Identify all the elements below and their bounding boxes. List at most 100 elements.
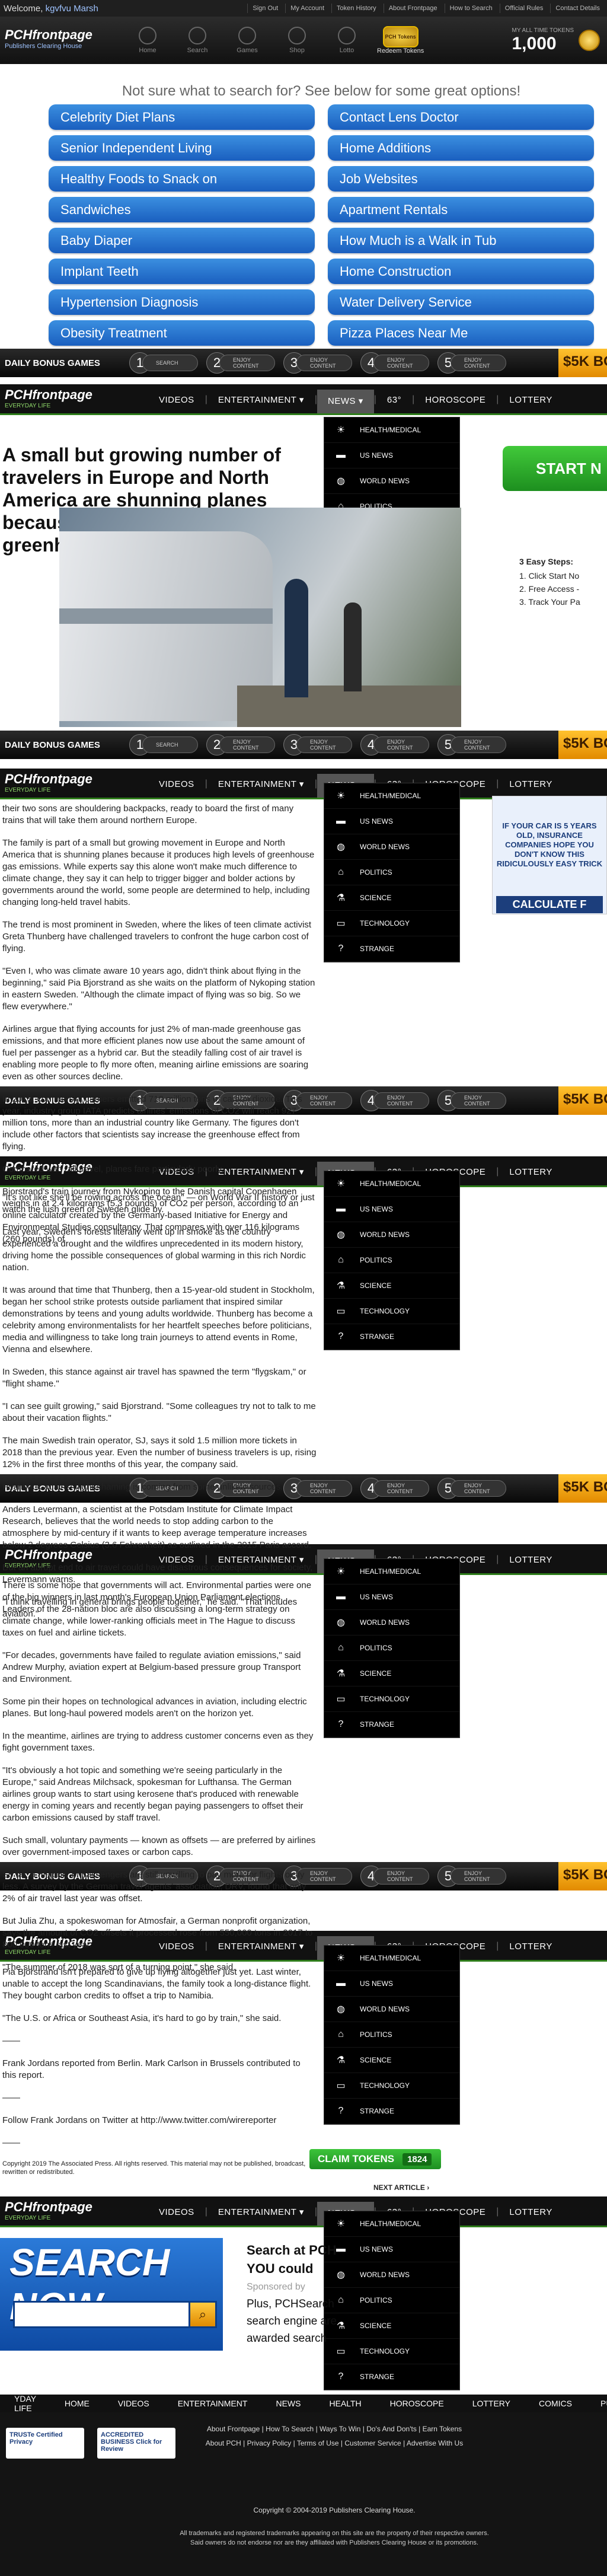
news-menu-item[interactable]: ? STRANGE <box>324 936 459 962</box>
bonus-step-content[interactable]: 4 ENJOY CONTENT <box>360 1866 429 1887</box>
bonus-prize[interactable]: $5K BONUS <box>558 349 607 377</box>
next-article-link[interactable]: NEXT ARTICLE › <box>373 2183 445 2192</box>
bonus-step-search[interactable]: 1 SEARCH <box>129 734 198 755</box>
bonus-step-content[interactable]: 4 ENJOY CONTENT <box>360 352 429 374</box>
topic-button[interactable]: Obesity Treatment <box>49 320 315 346</box>
bonus-prize[interactable]: $5K BONUS <box>558 1862 607 1890</box>
news-menu-item[interactable]: ◍ WORLD NEWS <box>324 834 459 860</box>
footer-link[interactable]: About PCH <box>206 2439 241 2447</box>
footer-link[interactable]: How To Search <box>266 2425 314 2433</box>
news-menu-item[interactable]: ☀ HEALTH/MEDICAL <box>324 417 459 443</box>
news-menu-item[interactable]: ▭ TECHNOLOGY <box>324 1686 459 1712</box>
official-rules-link[interactable]: Official Rules <box>499 4 548 13</box>
news-menu-item[interactable]: ▬ US NEWS <box>324 1585 459 1610</box>
pch-logo[interactable]: PCHfrontpage Publishers Clearing House <box>5 27 110 53</box>
everyday-logo[interactable]: PCHfrontpage EVERYDAY LIFE <box>0 384 148 413</box>
bonus-step-content[interactable]: 4 ENJOY CONTENT <box>360 1090 429 1111</box>
topic-button[interactable]: Job Websites <box>328 166 594 192</box>
nav-entertainment[interactable]: ENTERTAINMENT ▾ <box>207 779 315 798</box>
footer-link[interactable]: Privacy Policy <box>247 2439 292 2447</box>
bonus-step-search[interactable]: 1 SEARCH <box>129 352 198 374</box>
search-now-ad[interactable]: SEARCH NOW ⌕ <box>0 2238 223 2351</box>
token-history-link[interactable]: Token History <box>331 4 381 13</box>
footer-nav-item[interactable]: PUZ <box>586 2399 607 2408</box>
footer-nav-item[interactable]: NEWS <box>261 2399 315 2408</box>
my-account-link[interactable]: My Account <box>285 4 329 13</box>
footer-nav-item[interactable]: HOROSCOPE <box>376 2399 458 2408</box>
news-menu-item[interactable]: ? STRANGE <box>324 2364 459 2390</box>
news-menu-item[interactable]: ☀ HEALTH/MEDICAL <box>324 783 459 809</box>
topic-button[interactable]: Senior Independent Living <box>49 135 315 161</box>
bonus-step-content[interactable]: 2 ENJOY CONTENT <box>206 352 275 374</box>
start-now-button[interactable]: START N <box>503 446 607 491</box>
topic-button[interactable]: Contact Lens Doctor <box>328 104 594 130</box>
news-menu-item[interactable]: ⚗ SCIENCE <box>324 1273 459 1299</box>
nav-home[interactable]: Home <box>128 27 167 54</box>
footer-nav-item[interactable]: LOTTERY <box>458 2399 525 2408</box>
nav-entertainment[interactable]: ENTERTAINMENT ▾ <box>207 394 315 413</box>
bonus-step-content[interactable]: 5 ENJOY CONTENT <box>437 734 506 755</box>
sign-out-link[interactable]: Sign Out <box>247 4 283 13</box>
nav-news[interactable]: NEWS ▾ <box>317 390 374 413</box>
news-menu-item[interactable]: ⚗ SCIENCE <box>324 2048 459 2073</box>
bonus-prize[interactable]: $5K BONUS <box>558 731 607 759</box>
nav-videos[interactable]: VIDEOS <box>148 779 205 798</box>
news-menu-item[interactable]: ◍ WORLD NEWS <box>324 468 459 494</box>
nav-horoscope[interactable]: HOROSCOPE <box>414 395 496 413</box>
news-menu-item[interactable]: ▭ TECHNOLOGY <box>324 2073 459 2099</box>
redeem-tokens-button[interactable]: PCH Tokens Redeem Tokens <box>377 26 424 55</box>
bonus-prize[interactable]: $5K BONUS <box>558 1086 607 1115</box>
news-menu-item[interactable]: ☀ HEALTH/MEDICAL <box>324 1171 459 1197</box>
username-link[interactable]: kgvfvu Marsh <box>46 4 98 14</box>
news-menu-item[interactable]: ⌂ POLITICS <box>324 1635 459 1661</box>
news-menu-item[interactable]: ⌂ POLITICS <box>324 1248 459 1273</box>
topic-button[interactable]: Water Delivery Service <box>328 289 594 315</box>
news-menu-item[interactable]: ▬ US NEWS <box>324 1971 459 1997</box>
footer-link[interactable]: About Frontpage <box>207 2425 260 2433</box>
topic-button[interactable]: Healthy Foods to Snack on <box>49 166 315 192</box>
nav-lotto[interactable]: Lotto <box>327 27 366 54</box>
footer-nav-item[interactable]: HOME <box>50 2399 104 2408</box>
search-now-input[interactable] <box>13 2301 191 2328</box>
news-menu-item[interactable]: ◍ WORLD NEWS <box>324 1997 459 2022</box>
nav-lottery[interactable]: LOTTERY <box>499 779 563 798</box>
nav-videos[interactable]: VIDEOS <box>148 395 205 413</box>
news-menu-item[interactable]: ☀ HEALTH/MEDICAL <box>324 1946 459 1971</box>
footer-nav-item[interactable]: YDAY LIFE <box>0 2394 50 2413</box>
bonus-step-content[interactable]: 5 ENJOY CONTENT <box>437 352 506 374</box>
bonus-step-content[interactable]: 3 ENJOY CONTENT <box>283 734 352 755</box>
nav-lottery[interactable]: LOTTERY <box>499 1941 563 1960</box>
nav-lottery[interactable]: LOTTERY <box>499 395 563 413</box>
news-menu-item[interactable]: ▬ US NEWS <box>324 809 459 834</box>
bonus-step-content[interactable]: 5 ENJOY CONTENT <box>437 1090 506 1111</box>
nav-lottery[interactable]: LOTTERY <box>499 1167 563 1185</box>
contact-details-link[interactable]: Contact Details <box>550 4 605 13</box>
bbb-badge[interactable]: ACCREDITED BUSINESS Click for Review <box>97 2428 175 2459</box>
twitter-link[interactable]: Follow Frank Jordans on Twitter at http:… <box>2 2115 317 2127</box>
topic-button[interactable]: Implant Teeth <box>49 259 315 284</box>
ad-calculate-button[interactable]: CALCULATE F <box>496 896 603 913</box>
footer-nav-item[interactable]: HEALTH <box>315 2399 375 2408</box>
news-menu-item[interactable]: ⚗ SCIENCE <box>324 885 459 911</box>
footer-link[interactable]: Ways To Win <box>320 2425 360 2433</box>
everyday-logo[interactable]: PCHfrontpage EVERYDAY LIFE <box>0 768 148 798</box>
about-frontpage-link[interactable]: About Frontpage <box>383 4 442 13</box>
footer-nav-item[interactable]: COMICS <box>525 2399 586 2408</box>
footer-link[interactable]: Advertise With Us <box>407 2439 463 2447</box>
news-menu-item[interactable]: ? STRANGE <box>324 2099 459 2124</box>
truste-badge[interactable]: TRUSTe Certified Privacy <box>6 2428 84 2459</box>
news-menu-item[interactable]: ⌂ POLITICS <box>324 860 459 885</box>
nav-shop[interactable]: Shop <box>277 27 317 54</box>
nav-weather[interactable]: 63° <box>376 395 412 413</box>
bonus-step-content[interactable]: 2 ENJOY CONTENT <box>206 734 275 755</box>
news-menu-item[interactable]: ◍ WORLD NEWS <box>324 1610 459 1635</box>
news-menu-item[interactable]: ▭ TECHNOLOGY <box>324 1299 459 1324</box>
footer-link[interactable]: Customer Service <box>344 2439 401 2447</box>
nav-videos[interactable]: VIDEOS <box>148 2207 205 2226</box>
footer-nav-item[interactable]: VIDEOS <box>104 2399 164 2408</box>
topic-button[interactable]: Hypertension Diagnosis <box>49 289 315 315</box>
topic-button[interactable]: Celebrity Diet Plans <box>49 104 315 130</box>
news-menu-item[interactable]: ▭ TECHNOLOGY <box>324 911 459 936</box>
news-menu-item[interactable]: ▬ US NEWS <box>324 443 459 468</box>
nav-search[interactable]: Search <box>178 27 217 54</box>
